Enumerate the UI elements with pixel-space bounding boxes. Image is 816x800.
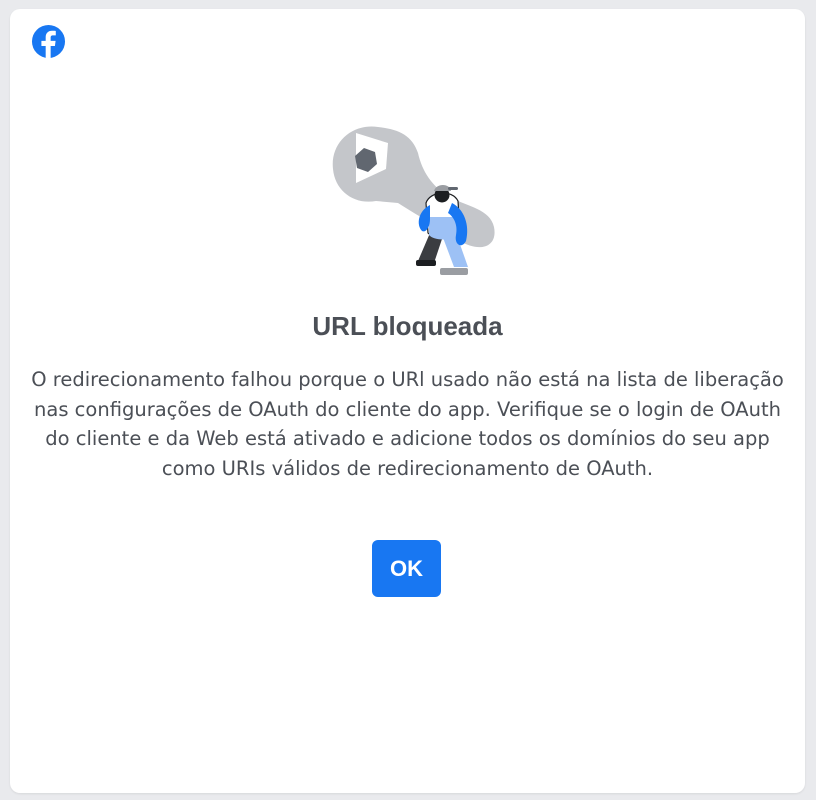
ok-button[interactable]: OK	[372, 540, 441, 597]
wrench-mechanic-illustration	[330, 121, 500, 286]
dialog-message: O redirecionamento falhou porque o URl u…	[31, 368, 784, 480]
dialog-title: URL bloqueada	[312, 311, 503, 341]
error-dialog: URL bloqueada O redirecionamento falhou …	[10, 9, 805, 793]
facebook-logo-icon	[31, 24, 66, 59]
